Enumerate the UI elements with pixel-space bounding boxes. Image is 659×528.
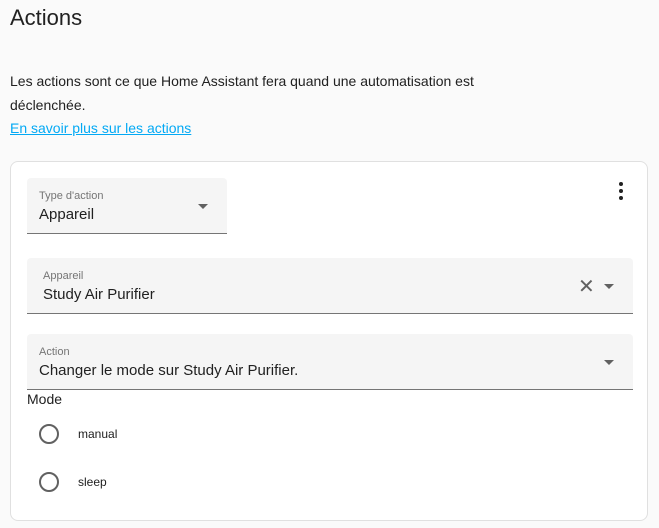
action-type-label: Type d'action: [39, 190, 104, 202]
device-select[interactable]: Appareil Study Air Purifier ✕: [27, 258, 633, 314]
action-label: Action: [39, 346, 70, 358]
mode-label: Mode: [27, 391, 63, 407]
more-vertical-icon[interactable]: [619, 182, 623, 203]
mode-option-sleep[interactable]: sleep: [39, 470, 107, 494]
action-card: Type d'action Appareil Appareil Study Ai…: [10, 161, 648, 521]
chevron-down-icon: [604, 284, 614, 289]
action-type-select[interactable]: Type d'action Appareil: [27, 178, 227, 234]
device-label: Appareil: [43, 270, 84, 282]
action-type-value: Appareil: [39, 206, 95, 223]
mode-option-label: sleep: [78, 475, 107, 489]
mode-option-label: manual: [78, 427, 118, 441]
radio-button[interactable]: [39, 472, 59, 492]
radio-button[interactable]: [39, 424, 59, 444]
action-select[interactable]: Action Changer le mode sur Study Air Pur…: [27, 334, 633, 390]
mode-option-manual[interactable]: manual: [39, 422, 117, 446]
page-title: Actions: [10, 5, 83, 30]
learn-more-link[interactable]: En savoir plus sur les actions: [10, 117, 191, 139]
action-value: Changer le mode sur Study Air Purifier.: [39, 362, 299, 379]
close-icon[interactable]: ✕: [578, 277, 595, 297]
chevron-down-icon: [604, 360, 614, 365]
device-value: Study Air Purifier: [43, 286, 155, 303]
chevron-down-icon: [198, 204, 208, 209]
page-description: Les actions sont ce que Home Assistant f…: [10, 73, 474, 113]
